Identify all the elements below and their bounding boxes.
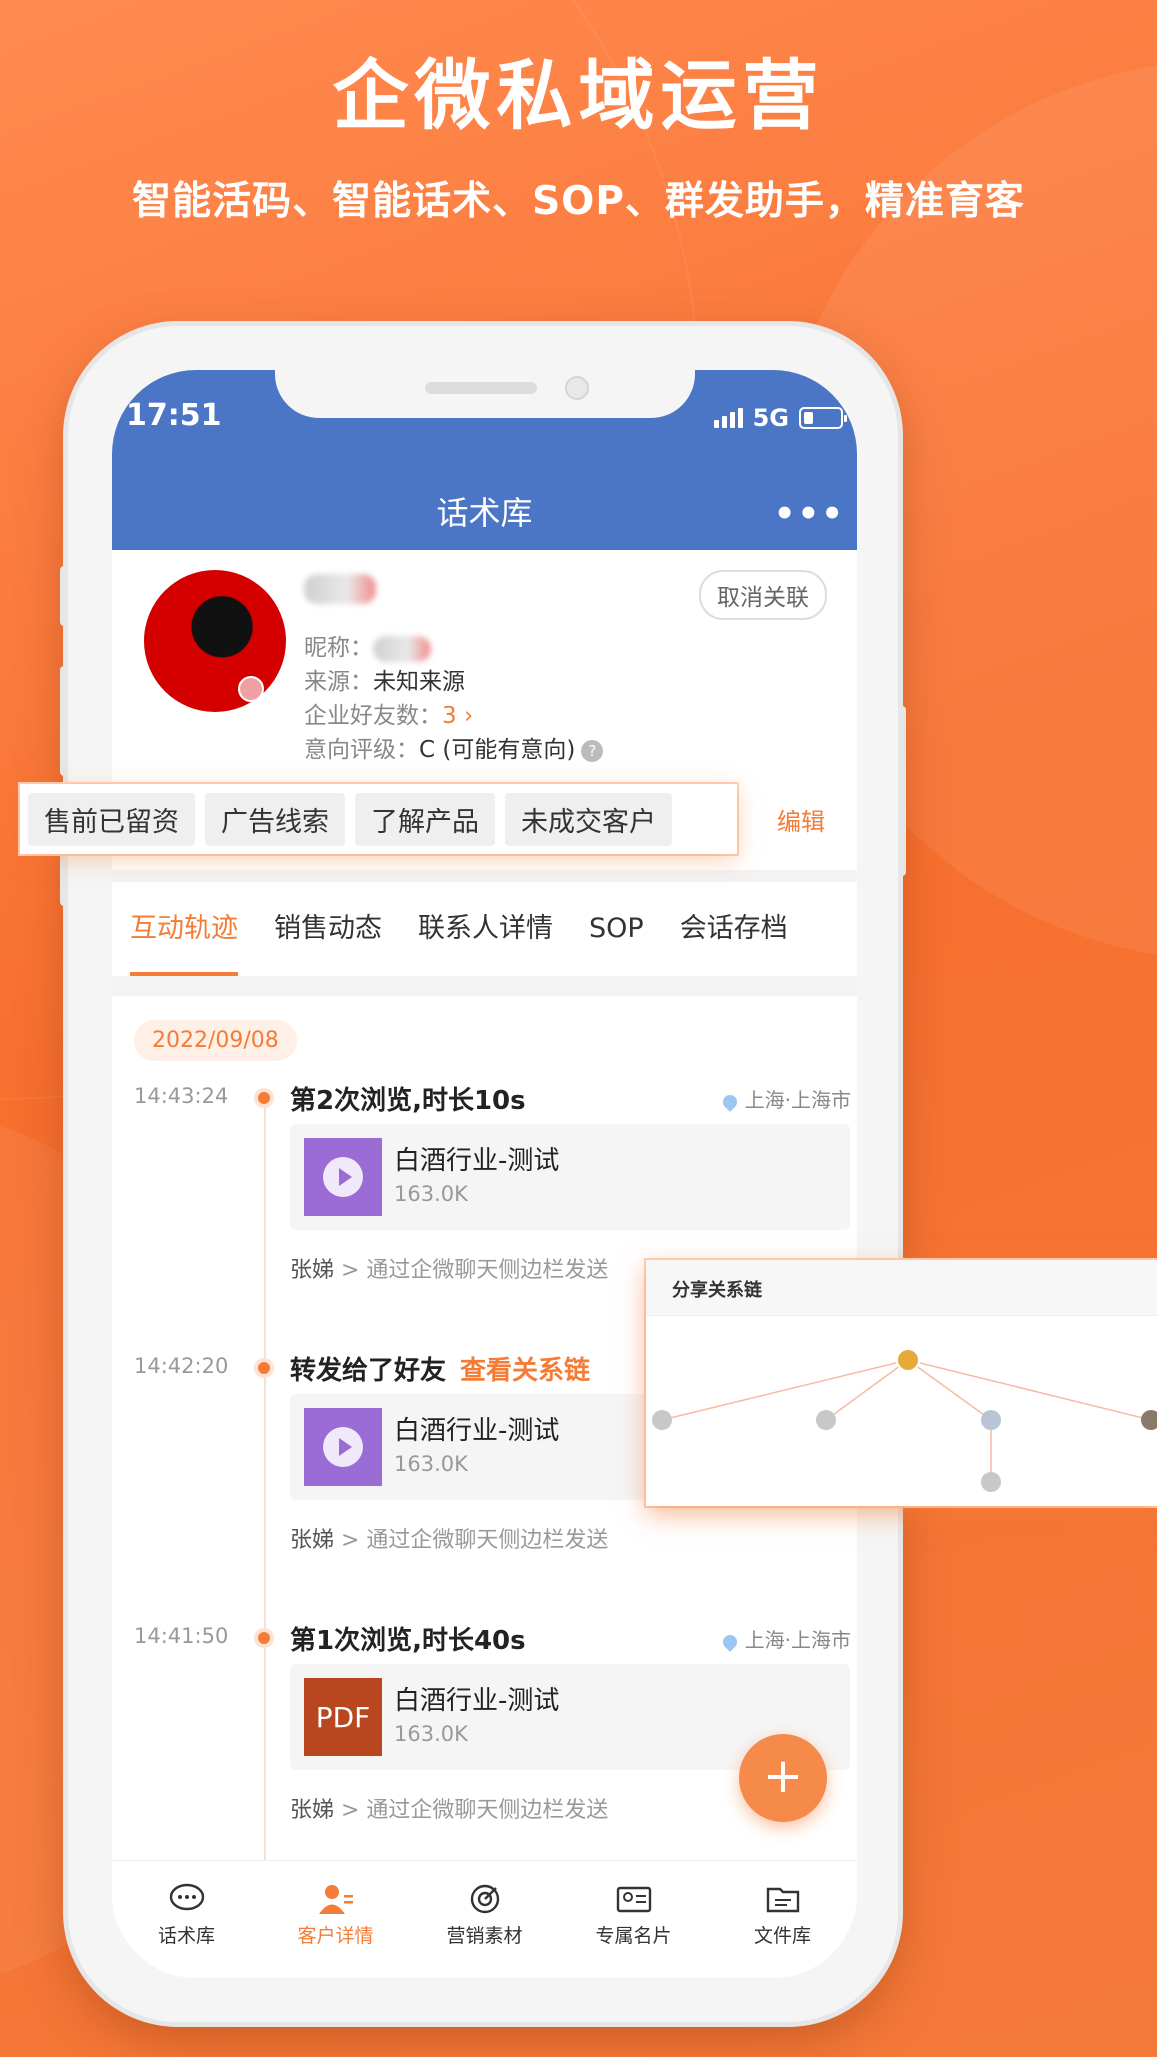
location-pin-icon: [719, 1631, 740, 1652]
nickname-label: 昵称：: [304, 635, 373, 661]
business-card-icon: [615, 1883, 653, 1915]
target-icon: [466, 1883, 504, 1915]
root-user-node-icon: [896, 1348, 920, 1372]
tag-chip[interactable]: 售前已留资: [28, 792, 195, 846]
divider: [112, 976, 857, 996]
view-relation-link[interactable]: 查看关系链: [460, 1356, 590, 1386]
timeline-dot: [258, 1092, 270, 1104]
customer-icon: [317, 1883, 355, 1915]
bottom-nav-script-library[interactable]: 话术库: [112, 1861, 261, 1978]
timeline-dot: [258, 1362, 270, 1374]
event-title: 第2次浏览,时长10s: [290, 1086, 526, 1116]
divider: [112, 870, 857, 882]
friends-value[interactable]: 3 ›: [442, 703, 473, 729]
friends-label: 企业好友数：: [304, 703, 442, 729]
customer-tags: 售前已留资 广告线索 了解产品 未成交客户: [20, 784, 737, 854]
rating-row: 意向评级：C (可能有意向)?: [304, 730, 604, 764]
add-button[interactable]: +: [739, 1734, 827, 1822]
bottom-nav: 话术库 客户详情 营销素材 专属名片 文件库: [112, 1860, 857, 1978]
event-location: 上海·上海市: [719, 1084, 851, 1113]
battery-icon: [799, 407, 847, 429]
source-label: 来源：: [304, 669, 373, 695]
source-row: 来源：未知来源: [304, 662, 465, 696]
customer-name-blurred: [304, 574, 376, 604]
video-thumbnail-icon: [304, 1408, 382, 1486]
pdf-thumbnail-icon: PDF: [304, 1678, 382, 1756]
edit-tags-button[interactable]: 编辑: [777, 802, 825, 837]
page-title: 话术库: [436, 494, 533, 532]
tab-sales[interactable]: 销售动态: [256, 882, 400, 976]
network-label: 5G: [752, 404, 789, 432]
file-name: 白酒行业-测试: [394, 1416, 560, 1446]
play-icon: [323, 1157, 363, 1197]
user-node-icon: [816, 1410, 836, 1430]
signal-icon: [713, 408, 743, 428]
source-value: 未知来源: [373, 669, 465, 695]
event-time: 14:42:20: [134, 1354, 229, 1378]
location-pin-icon: [719, 1091, 740, 1112]
banner-subtitle: 智能活码、智能话术、SOP、群发助手，精准育客: [132, 179, 1025, 224]
banner-title: 企微私域运营: [332, 51, 825, 140]
status-indicators: 5G: [713, 404, 847, 432]
avatar-badge-icon: [238, 676, 264, 702]
bottom-nav-marketing-materials[interactable]: 营销素材: [410, 1861, 559, 1978]
user-node-icon: [981, 1472, 1001, 1492]
status-time: 17:51: [126, 398, 222, 433]
help-icon[interactable]: ?: [581, 739, 604, 762]
phone-screen: 17:51 5G 话术库 ••• 取消关联 昵称： 来源：未知来源 企业好友数：…: [112, 370, 857, 1978]
unlink-button[interactable]: 取消关联: [699, 570, 827, 620]
file-card[interactable]: 白酒行业-测试 163.0K: [290, 1124, 850, 1230]
file-size: 163.0K: [394, 1722, 468, 1746]
timeline-line: [264, 1092, 266, 1886]
event-time: 14:43:24: [134, 1084, 229, 1108]
event-sender: 张娣 > 通过企微聊天侧边栏发送: [290, 1528, 609, 1553]
event-title: 第1次浏览,时长40s: [290, 1626, 526, 1656]
event-sender: 张娣 > 通过企微聊天侧边栏发送: [290, 1258, 609, 1283]
event-location: 上海·上海市: [719, 1624, 851, 1653]
tab-contact-details[interactable]: 联系人详情: [400, 882, 571, 976]
friends-row[interactable]: 企业好友数：3 ›: [304, 696, 473, 730]
event-title: 转发给了好友 查看关系链: [290, 1356, 591, 1386]
tag-chip[interactable]: 未成交客户: [505, 792, 672, 846]
event-sender: 张娣 > 通过企微聊天侧边栏发送: [290, 1798, 609, 1823]
relation-graph: [652, 1348, 1157, 1492]
timeline-dot: [258, 1632, 270, 1644]
tab-chat-archive[interactable]: 会话存档: [662, 882, 806, 976]
tag-chip[interactable]: 广告线索: [205, 792, 345, 846]
file-name: 白酒行业-测试: [394, 1146, 560, 1176]
tab-interaction[interactable]: 互动轨迹: [112, 882, 256, 976]
chat-bubble-icon: [168, 1883, 206, 1915]
nickname-row: 昵称：: [304, 628, 431, 662]
user-node-icon: [652, 1410, 672, 1430]
file-size: 163.0K: [394, 1182, 468, 1206]
file-size: 163.0K: [394, 1452, 468, 1476]
bottom-nav-customer-details[interactable]: 客户详情: [261, 1861, 410, 1978]
avatar: [144, 570, 286, 712]
share-relation-card: 分享关系链: [646, 1260, 1157, 1506]
file-name: 白酒行业-测试: [394, 1686, 560, 1716]
date-chip: 2022/09/08: [134, 1020, 297, 1061]
event-time: 14:41:50: [134, 1624, 229, 1648]
user-node-icon: [1141, 1410, 1157, 1430]
nickname-blurred: [373, 635, 431, 662]
tab-bar: 互动轨迹 销售动态 联系人详情 SOP 会话存档: [112, 882, 857, 976]
play-icon: [323, 1427, 363, 1467]
notch: [275, 370, 695, 418]
bottom-nav-business-card[interactable]: 专属名片: [559, 1861, 708, 1978]
folder-icon: [764, 1883, 802, 1915]
rating-label: 意向评级：: [304, 737, 419, 763]
video-thumbnail-icon: [304, 1138, 382, 1216]
tag-chip[interactable]: 了解产品: [355, 792, 495, 846]
bottom-nav-file-library[interactable]: 文件库: [708, 1861, 857, 1978]
user-node-icon: [981, 1410, 1001, 1430]
rating-value: C (可能有意向): [419, 737, 576, 763]
more-menu-icon[interactable]: •••: [774, 494, 845, 534]
tab-sop[interactable]: SOP: [571, 882, 662, 976]
